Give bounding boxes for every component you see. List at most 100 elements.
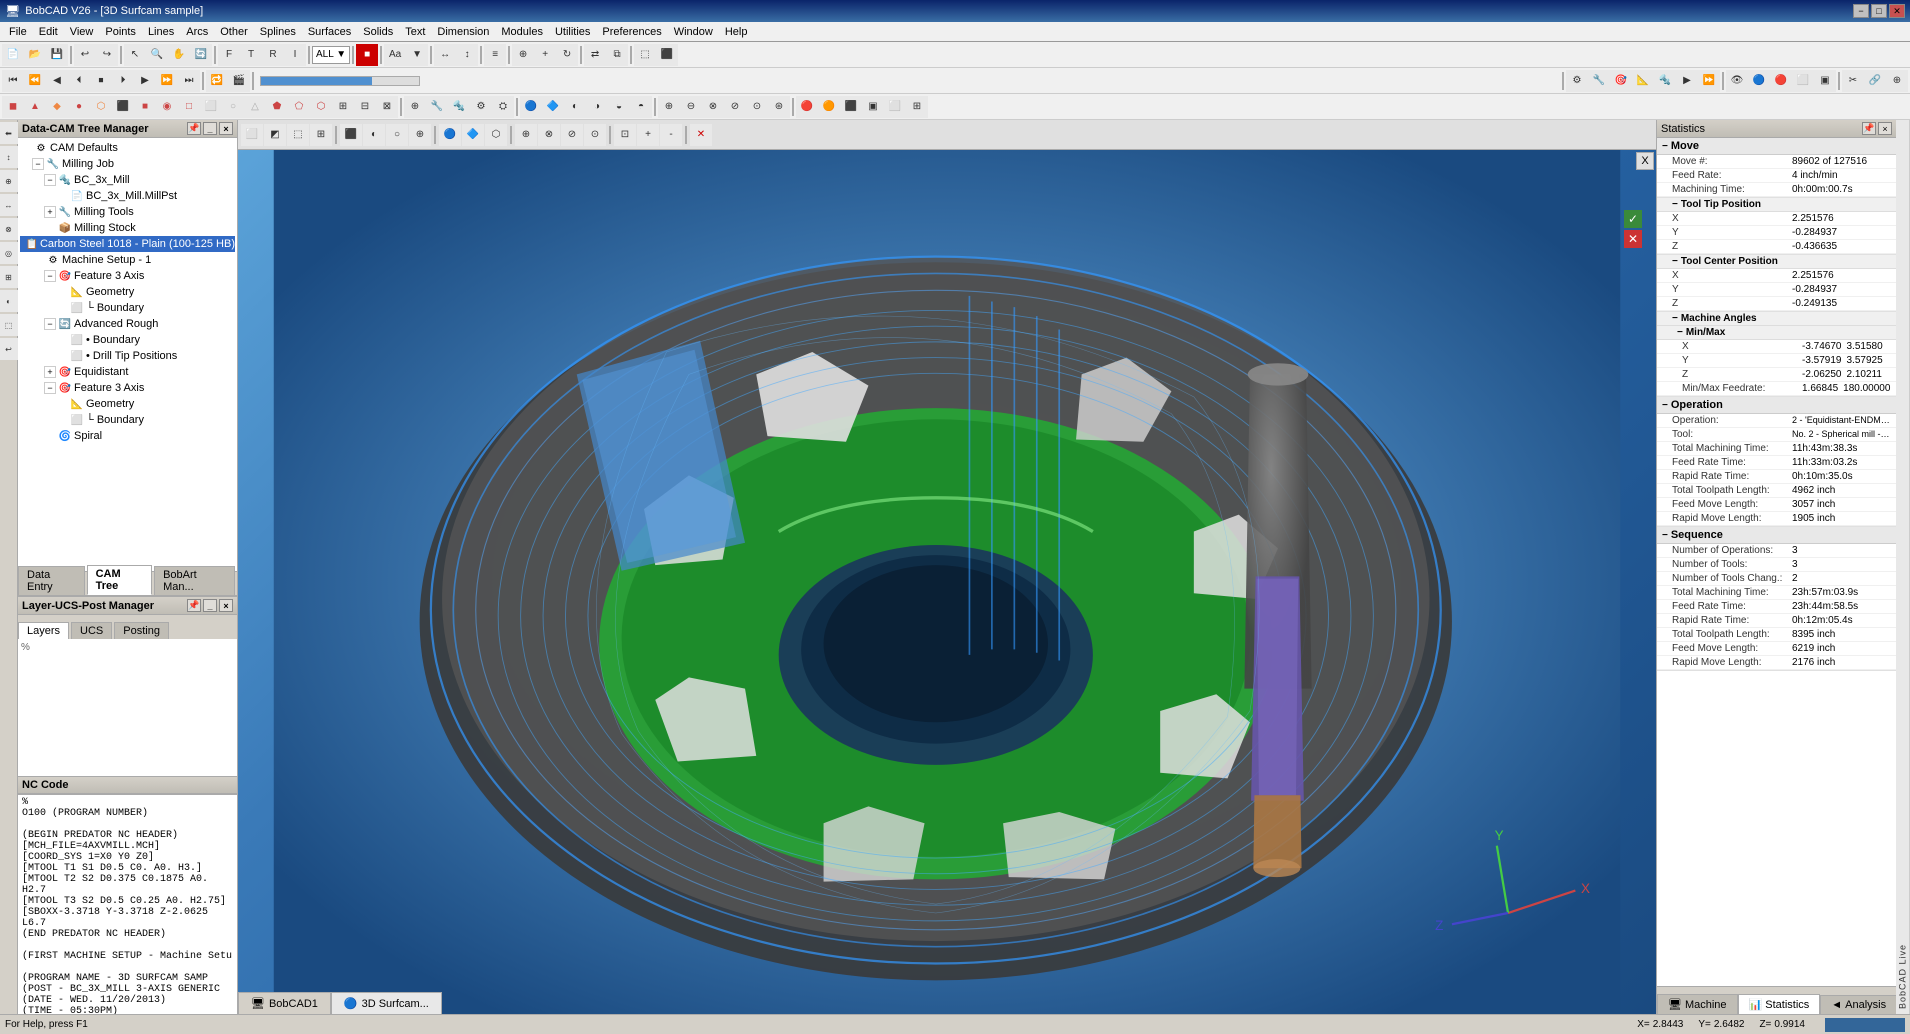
left-strip-btn-2[interactable]: ↕ <box>0 146 20 168</box>
tab-data-entry[interactable]: Data Entry <box>18 566 85 595</box>
vp-zoom-fit[interactable]: ⊡ <box>614 124 636 146</box>
tb-view-top[interactable]: T <box>240 44 262 66</box>
left-strip-btn-7[interactable]: ⊞ <box>0 266 20 288</box>
layer-pin[interactable]: 📌 <box>187 599 201 612</box>
tb2-cam7[interactable]: ⏩ <box>1698 70 1720 92</box>
menu-splines[interactable]: Splines <box>254 24 302 40</box>
tree-item-8[interactable]: −🎯Feature 3 Axis <box>20 268 235 284</box>
tb2-op1[interactable]: ✂ <box>1842 70 1864 92</box>
tb-solid[interactable]: ⬛ <box>656 44 678 66</box>
tree-item-5[interactable]: 📦Milling Stock <box>20 220 235 236</box>
tb2-play-fwd-step[interactable]: ⏵ <box>112 70 134 92</box>
viewport-cancel-btn[interactable]: ✕ <box>1624 230 1642 248</box>
tree-item-7[interactable]: ⚙Machine Setup - 1 <box>20 252 235 268</box>
tb3-extra5[interactable]: ⬜ <box>884 96 906 118</box>
tb2-vis3[interactable]: 🔴 <box>1770 70 1792 92</box>
vp-red-x[interactable]: ✕ <box>690 124 712 146</box>
tb3-cam3[interactable]: 🔩 <box>448 96 470 118</box>
minimize-button[interactable]: − <box>1853 4 1869 18</box>
tb2-loop[interactable]: 🔁 <box>206 70 228 92</box>
maximize-button[interactable]: □ <box>1871 4 1887 18</box>
vp-shade1[interactable]: ⬛ <box>340 124 362 146</box>
tb2-cam6[interactable]: ▶ <box>1676 70 1698 92</box>
tab-layers[interactable]: Layers <box>18 622 69 639</box>
tree-item-18[interactable]: 🌀Spiral <box>20 428 235 444</box>
tb3-op4[interactable]: ⊘ <box>724 96 746 118</box>
operation-header[interactable]: − Operation <box>1657 397 1896 414</box>
tb-select[interactable]: ↖ <box>124 44 146 66</box>
vp-tb1[interactable]: ⬜ <box>241 124 263 146</box>
tb-color[interactable]: ■ <box>356 44 378 66</box>
menu-window[interactable]: Window <box>668 24 719 40</box>
tb3-shape17[interactable]: ⊟ <box>354 96 376 118</box>
tb3-op3[interactable]: ⊗ <box>702 96 724 118</box>
tb-zoom[interactable]: 🔍 <box>146 44 168 66</box>
menu-modules[interactable]: Modules <box>495 24 549 40</box>
tb2-cam5[interactable]: 🔩 <box>1654 70 1676 92</box>
tb3-shape18[interactable]: ⊠ <box>376 96 398 118</box>
tb-copy[interactable]: ⧉ <box>606 44 628 66</box>
tree-item-0[interactable]: ⚙CAM Defaults <box>20 140 235 156</box>
tb-wire[interactable]: ⬚ <box>634 44 656 66</box>
tree-item-17[interactable]: ⬜└ Boundary <box>20 412 235 428</box>
tb3-extra2[interactable]: 🟠 <box>818 96 840 118</box>
tb3-shape13[interactable]: ⬟ <box>266 96 288 118</box>
tb3-shape8[interactable]: ◉ <box>156 96 178 118</box>
layer-minimize[interactable]: _ <box>203 599 217 612</box>
tb2-cam4[interactable]: 📐 <box>1632 70 1654 92</box>
left-strip-btn-3[interactable]: ⊕ <box>0 170 20 192</box>
menu-lines[interactable]: Lines <box>142 24 180 40</box>
menu-solids[interactable]: Solids <box>357 24 399 40</box>
cam-tree-pin[interactable]: 📌 <box>187 122 201 135</box>
tb2-play-back[interactable]: ◀ <box>46 70 68 92</box>
stats-close[interactable]: × <box>1878 122 1892 135</box>
menu-edit[interactable]: Edit <box>33 24 64 40</box>
tree-item-14[interactable]: +🎯Equidistant <box>20 364 235 380</box>
tb-open[interactable]: 📂 <box>24 44 46 66</box>
vp-op2[interactable]: ⊗ <box>538 124 560 146</box>
tb2-op3[interactable]: ⊕ <box>1886 70 1908 92</box>
tb3-shape1[interactable]: ◼ <box>2 96 24 118</box>
tb3-cam4[interactable]: ⚙ <box>470 96 492 118</box>
tree-item-16[interactable]: 📐Geometry <box>20 396 235 412</box>
tb3-op6[interactable]: ⊛ <box>768 96 790 118</box>
menu-points[interactable]: Points <box>99 24 142 40</box>
tb-view-iso[interactable]: I <box>284 44 306 66</box>
tree-toggle-1[interactable]: − <box>32 158 44 170</box>
tree-item-12[interactable]: ⬜• Boundary <box>20 332 235 348</box>
menu-view[interactable]: View <box>64 24 100 40</box>
tb2-vis5[interactable]: ▣ <box>1814 70 1836 92</box>
tree-toggle-14[interactable]: + <box>44 366 56 378</box>
tab-bobart[interactable]: BobArt Man... <box>154 566 235 595</box>
tb2-cam3[interactable]: 🎯 <box>1610 70 1632 92</box>
tb3-shape9[interactable]: □ <box>178 96 200 118</box>
vp-shade3[interactable]: ○ <box>386 124 408 146</box>
stats-tab-statistics[interactable]: 📊 Statistics <box>1738 994 1821 1014</box>
tb-new[interactable]: 📄 <box>2 44 24 66</box>
tb3-shape6[interactable]: ⬛ <box>112 96 134 118</box>
tree-item-9[interactable]: 📐Geometry <box>20 284 235 300</box>
menu-arcs[interactable]: Arcs <box>180 24 214 40</box>
tb3-cam5[interactable]: ⛭ <box>492 96 514 118</box>
tree-toggle-11[interactable]: − <box>44 318 56 330</box>
tb2-cam1[interactable]: ⚙ <box>1566 70 1588 92</box>
left-strip-btn-6[interactable]: ◎ <box>0 242 20 264</box>
sequence-header[interactable]: − Sequence <box>1657 527 1896 544</box>
tb-view-right[interactable]: R <box>262 44 284 66</box>
tb-rotate[interactable]: 🔄 <box>190 44 212 66</box>
menu-utilities[interactable]: Utilities <box>549 24 596 40</box>
tb2-play-back-step[interactable]: ⏴ <box>68 70 90 92</box>
progress-bar-container[interactable] <box>260 76 420 86</box>
vp-shade2[interactable]: ◐ <box>363 124 385 146</box>
vp-view2[interactable]: 🔷 <box>462 124 484 146</box>
tb2-cam2[interactable]: 🔧 <box>1588 70 1610 92</box>
tb-hatch[interactable]: ≡ <box>484 44 506 66</box>
tb3-op2[interactable]: ⊖ <box>680 96 702 118</box>
tb2-play-back-fast[interactable]: ⏪ <box>24 70 46 92</box>
tb3-shape11[interactable]: ○ <box>222 96 244 118</box>
tb2-vis1[interactable]: 👁 <box>1726 70 1748 92</box>
tb-undo[interactable]: ↩ <box>74 44 96 66</box>
tree-item-10[interactable]: ⬜└ Boundary <box>20 300 235 316</box>
tb3-surf6[interactable]: ◓ <box>630 96 652 118</box>
tree-toggle-4[interactable]: + <box>44 206 56 218</box>
